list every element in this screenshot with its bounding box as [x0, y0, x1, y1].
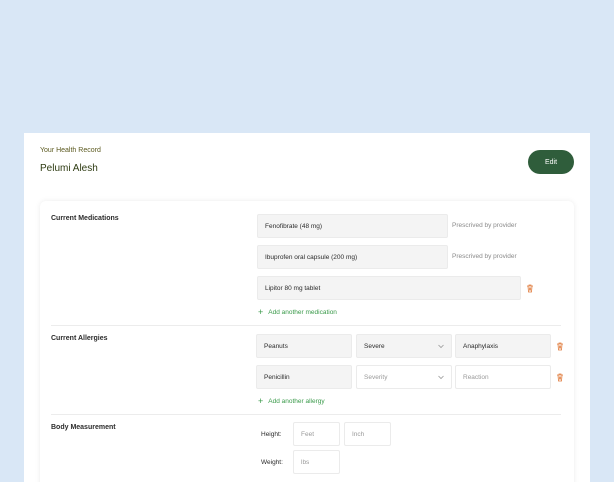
patient-name: Pelumi Alesh	[40, 163, 98, 174]
health-record-panel: Your Health Record Pelumi Alesh Edit Cur…	[24, 133, 590, 482]
severity-select-2[interactable]: Severity	[356, 365, 452, 389]
add-medication-label: Add another medication	[268, 308, 337, 316]
medication-note-1: Prescrived by provider	[452, 222, 517, 229]
medication-field-1[interactable]: Fenofibrate (48 mg)	[257, 214, 448, 238]
chevron-down-icon	[438, 375, 444, 380]
section-divider	[51, 414, 561, 415]
height-label: Height:	[261, 431, 282, 438]
weight-lbs-input[interactable]: lbs	[293, 450, 340, 474]
reaction-field-1[interactable]: Anaphylaxis	[455, 334, 551, 358]
chevron-down-icon	[438, 344, 444, 349]
severity-placeholder: Severity	[364, 373, 388, 381]
allergen-field-2[interactable]: Penicillin	[256, 365, 352, 389]
medication-note-2: Prescrived by provider	[452, 253, 517, 260]
severity-value-1: Severe	[364, 342, 385, 350]
section-divider	[51, 325, 561, 326]
allergies-section-label: Current Allergies	[51, 335, 108, 342]
medications-section-label: Current Medications	[51, 215, 119, 222]
delete-medication-icon[interactable]	[525, 283, 535, 293]
plus-icon: +	[258, 396, 264, 406]
body-section-label: Body Measurement	[51, 424, 116, 431]
height-inch-input[interactable]: Inch	[344, 422, 391, 446]
delete-allergy-icon[interactable]	[555, 341, 565, 351]
reaction-field-2[interactable]: Reaction	[455, 365, 551, 389]
height-feet-input[interactable]: Feet	[293, 422, 340, 446]
page-eyebrow: Your Health Record	[40, 147, 101, 154]
medication-field-2[interactable]: Ibuprofen oral capsule (200 mg)	[257, 245, 448, 269]
health-record-card: Current Medications Fenofibrate (48 mg) …	[40, 201, 574, 482]
add-allergy-label: Add another allergy	[268, 397, 325, 405]
edit-button[interactable]: Edit	[528, 150, 574, 174]
add-medication-link[interactable]: + Add another medication	[258, 307, 337, 317]
delete-allergy-icon[interactable]	[555, 372, 565, 382]
medication-field-3[interactable]: Lipitor 80 mg tablet	[257, 276, 521, 300]
severity-select-1[interactable]: Severe	[356, 334, 452, 358]
weight-label: Weight:	[261, 459, 283, 466]
allergen-field-1[interactable]: Peanuts	[256, 334, 352, 358]
add-allergy-link[interactable]: + Add another allergy	[258, 396, 325, 406]
plus-icon: +	[258, 307, 264, 317]
